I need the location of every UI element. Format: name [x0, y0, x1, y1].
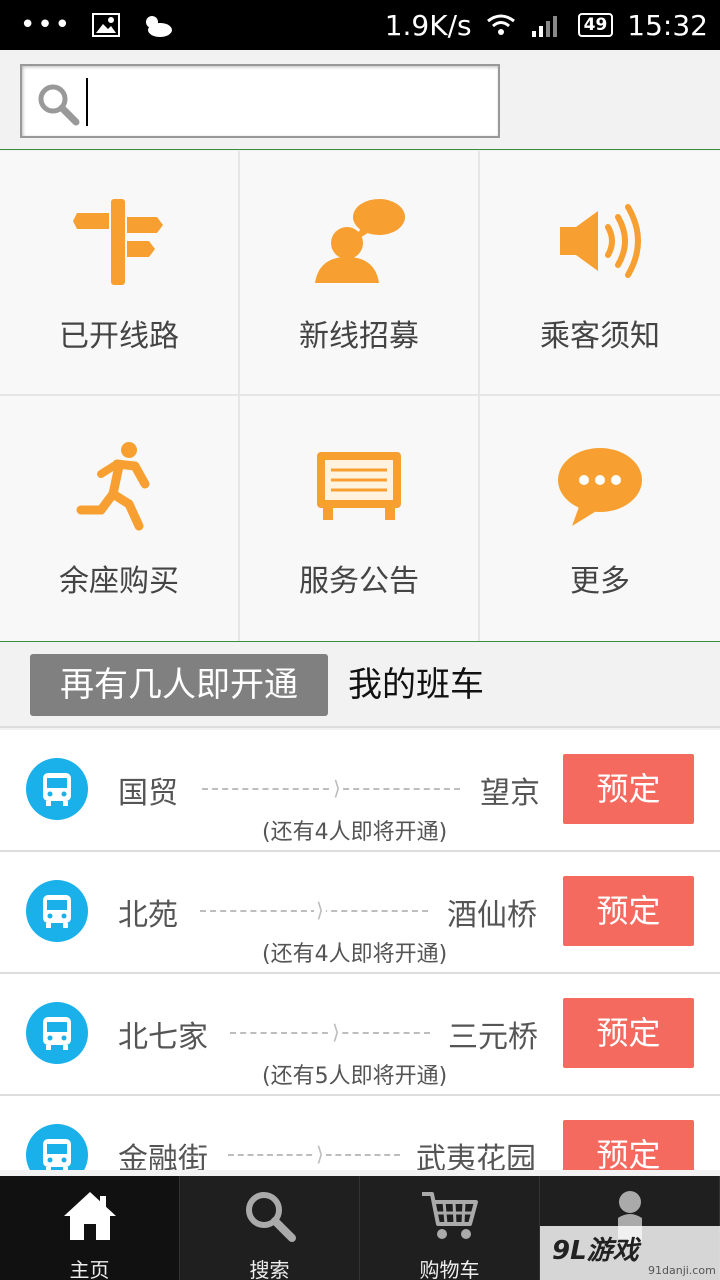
- nav-cart[interactable]: 购物车: [360, 1176, 540, 1280]
- battery-indicator: 49: [577, 13, 614, 37]
- book-button[interactable]: 预定: [563, 876, 694, 946]
- person-speech-icon: [315, 199, 405, 283]
- speaker-icon: [560, 204, 641, 278]
- route-from: 北苑: [118, 898, 178, 933]
- watermark-logo: 9L游戏: [552, 1236, 639, 1266]
- weather-icon: [146, 16, 173, 37]
- route-from: 北七家: [118, 1020, 208, 1055]
- cart-icon: [421, 1192, 478, 1239]
- route-row[interactable]: 北苑 ⟩ 酒仙桥 (还有4人即将开通) 预定: [0, 852, 720, 974]
- nav-home[interactable]: 主页: [0, 1176, 180, 1280]
- menu-item-service-notice[interactable]: 服务公告: [240, 396, 480, 641]
- route-list: 国贸 ⟩ 望京 (还有4人即将开通) 预定 北苑 ⟩ 酒仙桥 (还有4人即将开通…: [0, 730, 720, 1170]
- running-man-icon: [76, 442, 150, 531]
- book-button[interactable]: 预定: [563, 1120, 694, 1170]
- menu-item-buy-spare-seat[interactable]: 余座购买: [0, 396, 240, 641]
- route-note: (还有5人即将开通): [262, 1064, 448, 1089]
- search-icon: [38, 84, 80, 126]
- menu-label: 已开线路: [59, 319, 179, 354]
- menu-label: 余座购买: [59, 564, 179, 599]
- menu-label: 新线招募: [299, 319, 419, 354]
- route-to: 酒仙桥: [447, 898, 537, 933]
- bus-icon: [26, 880, 88, 942]
- route-from: 国贸: [118, 776, 178, 811]
- bus-icon: [26, 758, 88, 820]
- route-row[interactable]: 北七家 ⟩ 三元桥 (还有5人即将开通) 预定: [0, 974, 720, 1096]
- route-note: (还有4人即将开通): [262, 942, 448, 967]
- menu-item-passenger-notice[interactable]: 乘客须知: [480, 151, 720, 396]
- status-bar: ••• 1.9K/s 49 15:32: [0, 0, 720, 50]
- bus-icon: [26, 1002, 88, 1064]
- search-icon: [245, 1192, 296, 1242]
- tab-my-bus[interactable]: 我的班车: [348, 654, 484, 716]
- route-note: (还有4人即将开通): [262, 820, 448, 845]
- search-input[interactable]: [20, 64, 500, 138]
- signpost-icon: [73, 199, 163, 285]
- menu-label: 更多: [570, 564, 630, 599]
- home-icon: [63, 1192, 116, 1240]
- bus-icon: [26, 1124, 88, 1170]
- gallery-icon: [92, 13, 121, 37]
- clock: 15:32: [627, 8, 708, 42]
- route-from: 金融街: [118, 1142, 208, 1170]
- nav-search[interactable]: 搜索: [180, 1176, 360, 1280]
- tab-almost-open[interactable]: 再有几人即开通: [30, 654, 328, 716]
- book-button[interactable]: 预定: [563, 754, 694, 824]
- route-arrow: ⟩: [202, 776, 460, 800]
- signal-icon: [531, 16, 557, 37]
- route-to: 三元桥: [448, 1020, 538, 1055]
- more-chat-icon: [558, 448, 642, 526]
- wifi-icon: [486, 14, 515, 35]
- watermark-url: 91danji.com: [648, 1264, 716, 1277]
- route-row[interactable]: 国贸 ⟩ 望京 (还有4人即将开通) 预定: [0, 730, 720, 852]
- site-watermark: 9L游戏 91danji.com: [540, 1226, 720, 1280]
- route-to: 武夷花园: [416, 1142, 536, 1170]
- nav-label: 购物车: [419, 1258, 480, 1280]
- menu-item-more[interactable]: 更多: [480, 396, 720, 641]
- route-arrow: ⟩: [230, 1020, 430, 1044]
- menu-grid: 已开线路 新线招募 乘客须知 余座购买 服务公告 更多: [0, 151, 720, 642]
- book-button[interactable]: 预定: [563, 998, 694, 1068]
- route-arrow: ⟩: [228, 1142, 400, 1166]
- route-to: 望京: [480, 776, 540, 811]
- menu-label: 乘客须知: [540, 319, 660, 354]
- net-speed: 1.9K/s: [384, 8, 472, 42]
- text-cursor: [86, 78, 88, 126]
- nav-label: 主页: [69, 1258, 110, 1280]
- section-tabs: 再有几人即开通 我的班车: [0, 643, 720, 728]
- route-row[interactable]: 金融街 ⟩ 武夷花园 预定: [0, 1096, 720, 1170]
- nav-label: 搜索: [249, 1258, 290, 1280]
- menu-item-new-route-recruit[interactable]: 新线招募: [240, 151, 480, 396]
- menu-item-open-routes[interactable]: 已开线路: [0, 151, 240, 396]
- search-bar: [0, 50, 720, 150]
- route-arrow: ⟩: [200, 898, 428, 922]
- menu-label: 服务公告: [299, 564, 419, 599]
- notice-board-icon: [317, 452, 401, 520]
- notification-dots: •••: [20, 10, 73, 40]
